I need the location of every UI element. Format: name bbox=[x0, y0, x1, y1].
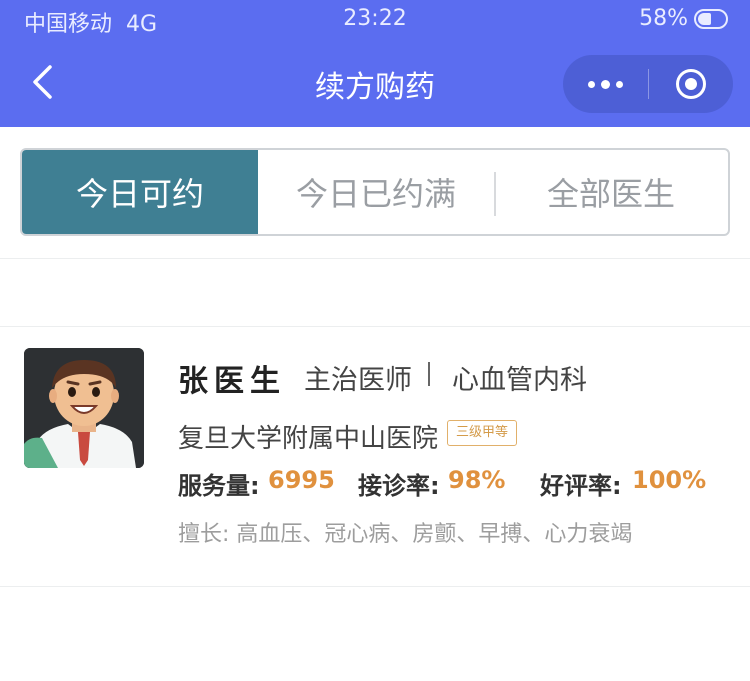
divider bbox=[0, 586, 750, 587]
doctor-filter-tabs: 今日可约 今日已约满 全部医生 bbox=[20, 148, 730, 236]
doctor-title: 主治医师 bbox=[304, 365, 412, 396]
hospital-name: 复旦大学附属中山医院 bbox=[178, 424, 439, 454]
app-header: 中国移动 4G 23:22 58% 续方购药 bbox=[0, 0, 750, 127]
battery-percent: 58% bbox=[639, 6, 688, 31]
divider bbox=[0, 258, 750, 259]
battery-icon bbox=[694, 9, 728, 29]
doctor-name: 张医生 bbox=[178, 364, 286, 399]
nav-bar: 续方购药 bbox=[0, 42, 750, 127]
title-divider bbox=[428, 362, 430, 386]
status-time: 23:22 bbox=[343, 6, 407, 31]
stat-rating-label: 好评率: bbox=[540, 472, 622, 500]
stat-rating-value: 100% bbox=[632, 466, 707, 494]
hospital-level-badge: 三级甲等 bbox=[447, 420, 518, 446]
stat-service-value: 6995 bbox=[268, 466, 335, 494]
doctor-department: 心血管内科 bbox=[452, 365, 587, 396]
tab-today-full-label: 今日已约满 bbox=[295, 175, 456, 213]
close-target-icon bbox=[676, 69, 706, 99]
stat-acceptance-label: 接诊率: bbox=[358, 472, 440, 500]
tab-divider bbox=[494, 172, 496, 216]
close-button[interactable] bbox=[649, 55, 733, 113]
stat-service-label: 服务量: bbox=[178, 472, 260, 500]
more-button[interactable] bbox=[563, 55, 648, 113]
more-dots-icon bbox=[585, 79, 626, 89]
tab-today-full[interactable]: 今日已约满 bbox=[258, 150, 494, 234]
doctor-cartoon-avatar-icon bbox=[24, 348, 144, 468]
status-bar: 中国移动 4G 23:22 58% bbox=[0, 0, 750, 42]
doctor-specialty: 擅长: 高血压、冠心病、房颤、早搏、心力衰竭 bbox=[178, 522, 633, 547]
tab-all-doctors[interactable]: 全部医生 bbox=[494, 150, 728, 234]
mini-program-capsule bbox=[563, 55, 733, 113]
stat-acceptance-value: 98% bbox=[448, 466, 506, 494]
doctor-card[interactable]: 张医生 主治医师 心血管内科 复旦大学附属中山医院 三级甲等 服务量: 6995… bbox=[0, 326, 750, 586]
tab-today-available[interactable]: 今日可约 bbox=[22, 150, 258, 234]
tab-all-doctors-label: 全部医生 bbox=[546, 175, 675, 213]
doctor-avatar bbox=[24, 348, 144, 468]
